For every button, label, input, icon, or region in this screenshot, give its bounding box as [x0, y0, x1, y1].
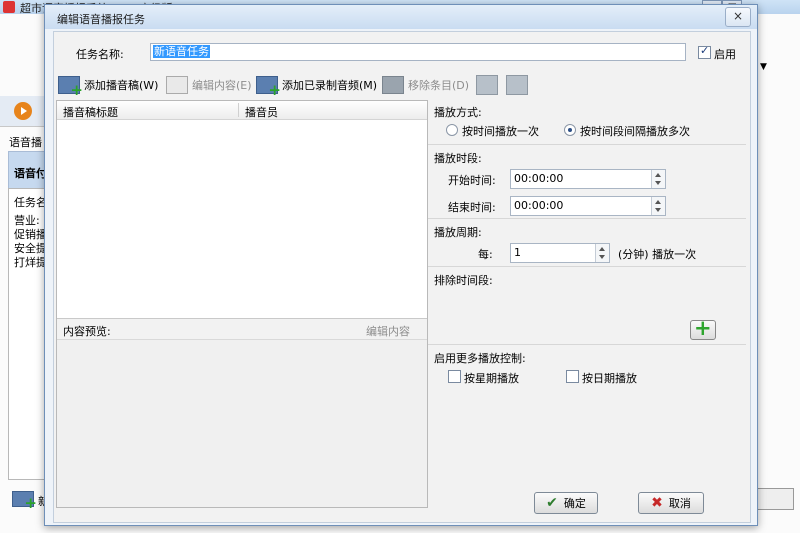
- ok-label: 确定: [563, 497, 586, 510]
- cancel-x-icon: ✖: [651, 495, 663, 511]
- divider: [428, 144, 746, 145]
- start-time-label: 开始时间:: [448, 174, 496, 187]
- dialog-body: 任务名称: 新语音任务 启用 添加播音稿(W) 编辑内容(E) 添加已录制音频(…: [53, 31, 751, 523]
- play-mode-title: 播放方式:: [434, 106, 482, 119]
- spinner-arrows-icon[interactable]: [651, 197, 665, 215]
- dialog-titlebar: [45, 5, 757, 29]
- main-tab[interactable]: 语音播: [9, 134, 42, 150]
- by-week-label: 按星期播放: [464, 372, 519, 385]
- edit-task-dialog: 编辑语音播报任务 × 任务名称: 新语音任务 启用 添加播音稿(W) 编辑内容(…: [44, 4, 758, 526]
- main-right-button[interactable]: [756, 488, 794, 510]
- by-date-checkbox[interactable]: [566, 370, 579, 383]
- edit-content-label: 编辑内容(E): [192, 79, 252, 92]
- task-name-value: 新语音任务: [153, 45, 210, 58]
- preview-content: [57, 340, 427, 507]
- script-list-header: 播音稿标题 播音员: [57, 101, 427, 120]
- more-control-title: 启用更多播放控制:: [434, 352, 526, 365]
- add-recorded-button[interactable]: 添加已录制音频(M): [256, 76, 378, 99]
- list-item[interactable]: 打烊提: [14, 254, 47, 270]
- by-week-checkbox[interactable]: [448, 370, 461, 383]
- move-down-icon[interactable]: [506, 75, 528, 95]
- play-icon[interactable]: [14, 102, 32, 120]
- add-exclude-period-button[interactable]: [690, 316, 716, 340]
- exclude-title: 排除时间段:: [434, 274, 493, 287]
- close-icon[interactable]: ×: [725, 7, 751, 27]
- cancel-label: 取消: [668, 497, 691, 510]
- end-time-value: 00:00:00: [514, 199, 564, 212]
- mode-interval-radio[interactable]: [564, 124, 576, 136]
- column-separator: [238, 103, 239, 117]
- column-title[interactable]: 播音稿标题: [63, 104, 118, 120]
- preview-bar: 内容预览: 编辑内容: [57, 318, 427, 340]
- edit-icon: [166, 76, 188, 94]
- every-label: 每:: [478, 248, 493, 261]
- preview-edit-link[interactable]: 编辑内容: [366, 323, 410, 339]
- dropdown-arrow-icon[interactable]: ▼: [760, 62, 767, 72]
- cancel-button[interactable]: ✖ 取消: [638, 492, 704, 514]
- mode-once-radio[interactable]: [446, 124, 458, 136]
- script-list-panel: 播音稿标题 播音员 内容预览: 编辑内容: [56, 100, 428, 508]
- preview-label: 内容预览:: [63, 325, 111, 338]
- divider: [428, 344, 746, 345]
- period-title: 播放时段:: [434, 152, 482, 165]
- ok-button[interactable]: ✔ 确定: [534, 492, 598, 514]
- end-time-input[interactable]: 00:00:00: [510, 196, 666, 216]
- column-announcer[interactable]: 播音员: [245, 104, 278, 120]
- interval-value: 1: [514, 246, 521, 259]
- spinner-arrows-icon[interactable]: [595, 244, 609, 262]
- app-icon: [3, 1, 15, 13]
- spinner-arrows-icon[interactable]: [651, 170, 665, 188]
- task-name-label: 任务名称:: [76, 48, 124, 61]
- dialog-title: 编辑语音播报任务: [57, 13, 145, 26]
- enable-checkbox[interactable]: [698, 44, 711, 59]
- divider: [428, 218, 746, 219]
- cycle-title: 播放周期:: [434, 226, 482, 239]
- settings-panel: 播放方式: 按时间播放一次 按时间段间隔播放多次 播放时段: 开始时间: 00:…: [428, 100, 746, 506]
- start-time-input[interactable]: 00:00:00: [510, 169, 666, 189]
- remove-icon: [382, 76, 404, 94]
- add-script-icon: [58, 76, 83, 99]
- remove-item-label: 移除条目(D): [408, 79, 470, 92]
- start-time-value: 00:00:00: [514, 172, 564, 185]
- mode-once-label: 按时间播放一次: [462, 125, 539, 138]
- by-date-label: 按日期播放: [582, 372, 637, 385]
- divider: [428, 266, 746, 267]
- move-up-icon[interactable]: [476, 75, 498, 95]
- check-icon: ✔: [546, 495, 558, 511]
- enable-label: 启用: [714, 48, 736, 61]
- interval-input[interactable]: 1: [510, 243, 610, 263]
- end-time-label: 结束时间:: [448, 201, 496, 214]
- remove-item-button[interactable]: 移除条目(D): [382, 76, 469, 94]
- mode-interval-label: 按时间段间隔播放多次: [580, 125, 690, 138]
- main-section-label: 语音付: [14, 167, 47, 180]
- interval-unit-label: (分钟) 播放一次: [618, 248, 697, 261]
- edit-content-button[interactable]: 编辑内容(E): [166, 76, 252, 94]
- add-recorded-label: 添加已录制音频(M): [282, 79, 378, 92]
- add-script-label: 添加播音稿(W): [84, 79, 159, 92]
- dialog-toolbar: 添加播音稿(W) 编辑内容(E) 添加已录制音频(M) 移除条目(D): [56, 72, 748, 99]
- task-name-input[interactable]: [150, 43, 686, 61]
- main-list-header: 任务名: [14, 196, 47, 209]
- add-recorded-icon: [256, 76, 281, 99]
- add-icon: [12, 491, 37, 512]
- add-script-button[interactable]: 添加播音稿(W): [58, 76, 159, 99]
